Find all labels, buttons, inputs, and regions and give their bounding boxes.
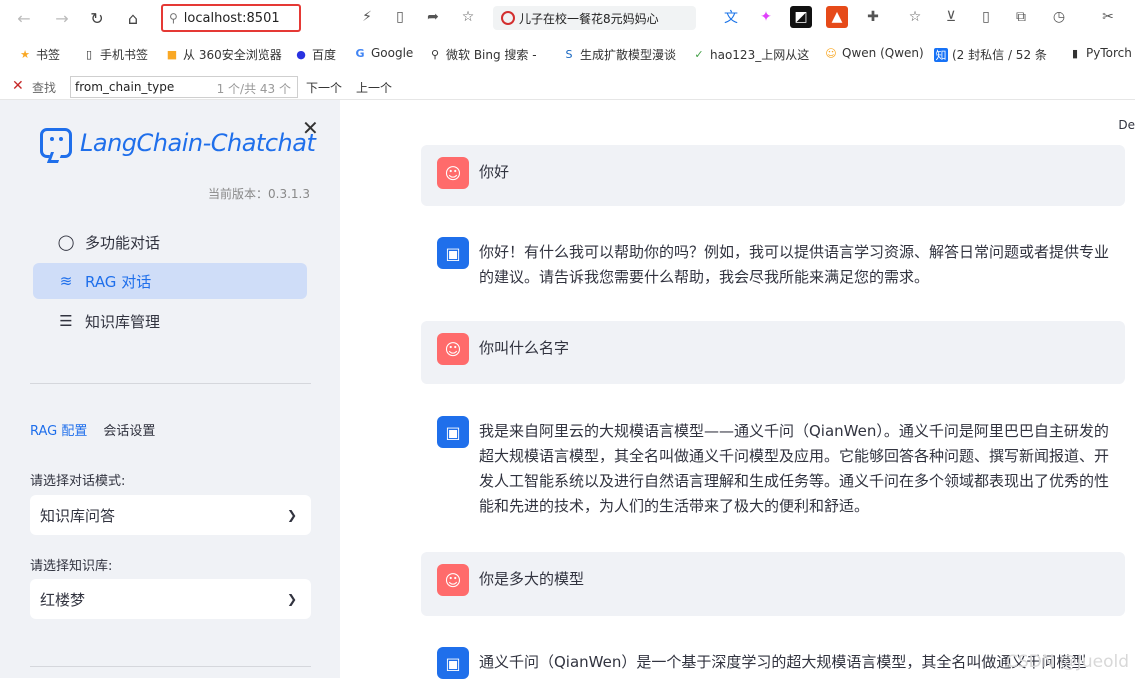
- server-icon: ☰: [59, 312, 73, 330]
- chat-area: De ☺ 你好 ▣ 你好！有什么我可以帮助你的吗？例如，我可以提供语言学习资源、…: [341, 100, 1135, 679]
- bookmark-item[interactable]: ▮ PyTorch: [1068, 46, 1132, 60]
- app-name: LangChain-Chatchat: [80, 129, 316, 157]
- qwen-icon: ☺: [825, 46, 837, 60]
- download-icon[interactable]: ⊻: [940, 6, 962, 28]
- star-icon: ★: [20, 48, 30, 61]
- user-avatar-icon: ☺: [437, 333, 469, 365]
- bookmark-item[interactable]: ☺ Qwen (Qwen): [824, 46, 923, 60]
- zhihu-icon: 知: [934, 47, 948, 62]
- book-icon: ▮: [1071, 46, 1079, 60]
- user-message: ☺ 你好: [421, 145, 1125, 206]
- favorite-icon[interactable]: ☆: [904, 6, 926, 28]
- extension-icon[interactable]: ◩: [790, 6, 812, 28]
- search-icon: ⚲: [169, 11, 178, 25]
- bookmark-item[interactable]: 知 (2 封私信 / 52 条: [934, 46, 1047, 63]
- user-message: ☺ 你叫什么名字: [421, 321, 1125, 384]
- assistant-message: ▣ 你好！有什么我可以帮助你的吗？例如，我可以提供语言学习资源、解答日常问题或者…: [421, 225, 1125, 302]
- tools-icon[interactable]: ✂: [1097, 6, 1119, 28]
- close-icon[interactable]: ✕: [12, 78, 24, 94]
- version-text: 当前版本：0.3.1.3: [208, 187, 310, 201]
- home-button[interactable]: ⌂: [121, 6, 145, 30]
- divider: [30, 383, 311, 384]
- bookmark-item[interactable]: ★ 书签: [18, 46, 60, 63]
- tabs-icon[interactable]: ⧉: [1010, 6, 1032, 28]
- lightning-icon[interactable]: ⚡: [356, 6, 378, 28]
- star-icon[interactable]: ☆: [457, 6, 479, 28]
- kb-select[interactable]: 红楼梦 ❯: [30, 579, 311, 619]
- reload-button[interactable]: ↻: [85, 6, 109, 30]
- chat-bubble-icon: ◯: [57, 233, 75, 251]
- database-icon: ≋: [59, 272, 73, 290]
- watermark: CSDN @Jueold: [1005, 652, 1129, 672]
- deploy-button[interactable]: De: [1118, 118, 1135, 132]
- settings-tabs: RAG 配置 会话设置: [30, 420, 155, 445]
- kb-label: 请选择知识库:: [30, 559, 113, 574]
- chevron-down-icon: ❯: [286, 592, 297, 606]
- divider: [30, 666, 311, 667]
- find-input[interactable]: from_chain_type 1 个/共 43 个: [70, 76, 298, 98]
- address-text: localhost:8501: [183, 10, 280, 26]
- tab-session-settings[interactable]: 会话设置: [103, 420, 155, 445]
- bookmark-item[interactable]: S 生成扩散模型漫谈: [562, 46, 677, 63]
- address-bar[interactable]: ⚲ localhost:8501: [161, 4, 301, 32]
- menu-item-kb-manage[interactable]: ☰ 知识库管理: [33, 303, 307, 339]
- menu-item-multi-chat[interactable]: ◯ 多功能对话: [33, 224, 307, 260]
- find-value: from_chain_type: [75, 80, 175, 94]
- close-sidebar-icon[interactable]: ✕: [302, 116, 319, 140]
- translate-icon[interactable]: 文: [720, 6, 742, 28]
- bot-avatar-icon: ▣: [437, 647, 469, 679]
- mode-label: 请选择对话模式:: [30, 474, 126, 489]
- hao123-icon: ✓: [694, 48, 704, 61]
- bookmark-item[interactable]: G Google: [353, 46, 413, 60]
- bookmark-item[interactable]: ⚲ 微软 Bing 搜索 -: [428, 46, 537, 63]
- back-button[interactable]: ←: [12, 6, 36, 30]
- baidu-icon: ●: [296, 48, 306, 61]
- bot-avatar-icon: ▣: [437, 237, 469, 269]
- phone-icon: ▯: [85, 48, 93, 61]
- browser-toolbar: ← → ↻ ⌂ ⚲ localhost:8501 ⚡ ▯ ➦ ☆ 儿子在校一餐花…: [0, 0, 1135, 36]
- bookmark-item[interactable]: ▯ 手机书签: [82, 46, 148, 63]
- find-next-button[interactable]: 下一个: [306, 79, 342, 96]
- assistant-message: ▣ 我是来自阿里云的大规模语言模型——通义千问（QianWen）。通义千问是阿里…: [421, 404, 1125, 531]
- bot-avatar-icon: ▣: [437, 416, 469, 448]
- find-prev-button[interactable]: 上一个: [356, 79, 392, 96]
- ai-sparkle-icon[interactable]: ✦: [755, 6, 777, 28]
- news-text: 儿子在校一餐花8元妈妈心: [519, 11, 659, 26]
- bookmark-item[interactable]: ● 百度: [294, 46, 336, 63]
- bookmarks-bar: ★ 书签 ▯ 手机书签 ■ 从 360安全浏览器 ● 百度 G Google ⚲ 微软 Bi…: [0, 42, 1135, 68]
- google-icon: G: [355, 46, 365, 60]
- forward-button[interactable]: →: [50, 6, 74, 30]
- bookmark-item[interactable]: ■ 从 360安全浏览器: [165, 46, 282, 63]
- user-avatar-icon: ☺: [437, 564, 469, 596]
- news-ticker[interactable]: 儿子在校一餐花8元妈妈心: [493, 6, 696, 30]
- sidebar: LangChain-Chatchat ✕ 当前版本：0.3.1.3 ◯ 多功能对…: [0, 100, 340, 678]
- mode-select[interactable]: 知识库问答 ❯: [30, 495, 311, 535]
- extensions-puzzle-icon[interactable]: ✚: [862, 6, 884, 28]
- history-icon[interactable]: ◷: [1048, 6, 1070, 28]
- user-message: ☺ 你是多大的模型: [421, 552, 1125, 616]
- find-bar: ✕ 查找 from_chain_type 1 个/共 43 个 下一个 上一个: [0, 74, 1135, 100]
- pdf-icon[interactable]: ▲: [826, 6, 848, 28]
- chat-logo-icon: [40, 128, 72, 158]
- doc-icon: S: [565, 48, 573, 61]
- tab-rag-config[interactable]: RAG 配置: [30, 420, 87, 445]
- find-label: 查找: [32, 81, 57, 95]
- phone-icon[interactable]: ▯: [975, 6, 997, 28]
- app-logo: LangChain-Chatchat: [40, 128, 316, 158]
- menu-item-rag-chat[interactable]: ≋ RAG 对话: [33, 263, 307, 299]
- find-count: 1 个/共 43 个: [216, 82, 291, 96]
- reader-icon[interactable]: ▯: [389, 6, 411, 28]
- share-icon[interactable]: ➦: [422, 6, 444, 28]
- folder-icon: ■: [166, 48, 178, 61]
- bookmark-item[interactable]: ✓ hao123_上网从这: [692, 46, 809, 63]
- user-avatar-icon: ☺: [437, 157, 469, 189]
- news-logo-icon: [501, 11, 515, 25]
- chevron-down-icon: ❯: [286, 508, 297, 522]
- search-icon: ⚲: [430, 48, 440, 61]
